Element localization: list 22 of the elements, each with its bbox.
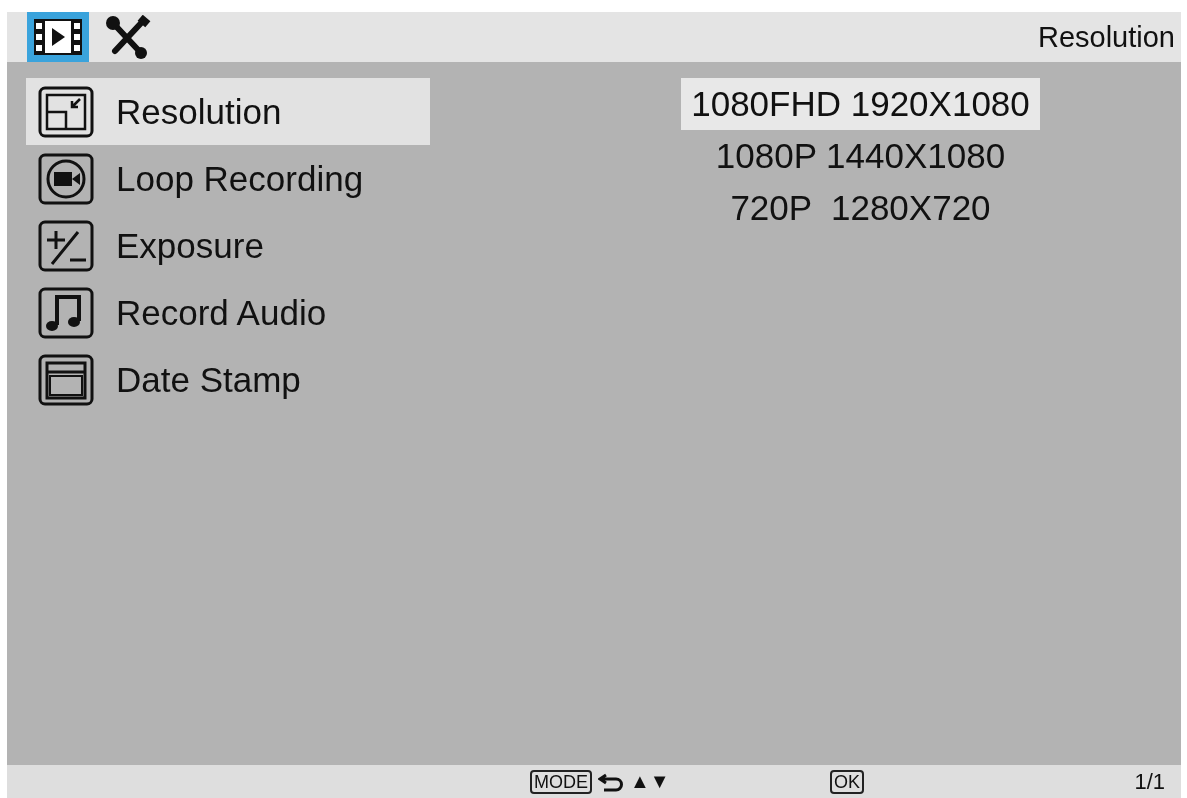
mode-key: MODE [530,769,592,794]
back-arrow-icon [598,771,624,792]
resolution-option[interactable]: 720P 1280X720 [720,182,1001,234]
film-icon [33,18,83,56]
resize-icon [38,85,94,138]
page-counter: 1/1 [1134,768,1165,795]
menu-item[interactable]: Loop Recording [26,145,430,212]
calendar-icon [38,353,94,406]
exposure-icon [38,219,94,272]
header-title: Resolution [1037,20,1175,54]
up-down-arrows: ▲▼ [630,770,670,793]
music-note-icon [38,286,94,339]
menu-tab[interactable] [27,12,89,62]
menu-item[interactable]: Resolution [26,78,430,145]
resolution-option[interactable]: 1080FHD 1920X1080 [681,78,1040,130]
menu-item[interactable]: Record Audio [26,279,430,346]
loop-camera-icon [38,152,94,205]
ok-key: OK [830,769,864,794]
resolution-option[interactable]: 1080P 1440X1080 [705,130,1016,182]
tools-icon [105,15,151,59]
menu-item[interactable]: Date Stamp [26,346,430,413]
menu-item[interactable]: Exposure [26,212,430,279]
